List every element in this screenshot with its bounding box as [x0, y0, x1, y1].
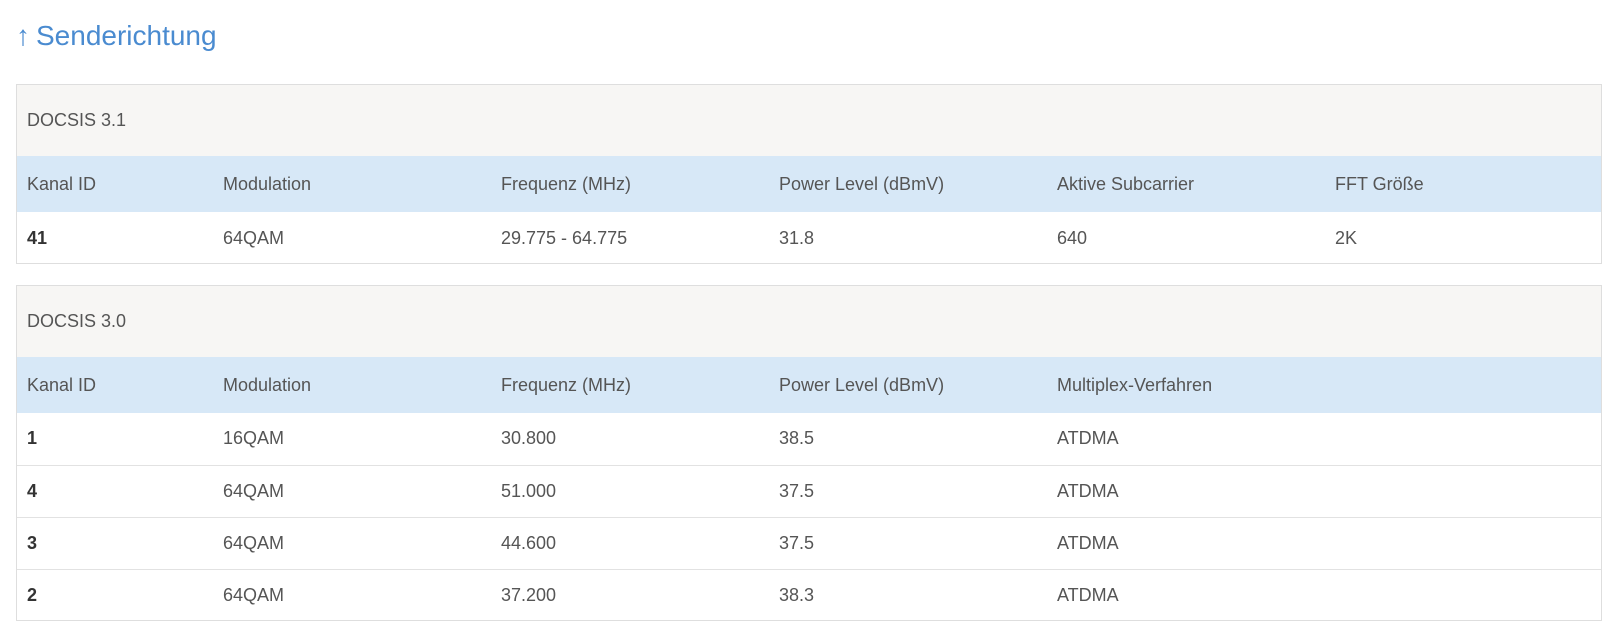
column-header-kanal-id: Kanal ID — [27, 173, 97, 194]
cell-power-level: 37.5 — [779, 480, 815, 501]
column-header-multiplex-verfahren: Multiplex-Verfahren — [1057, 374, 1213, 395]
table-row: 2 64QAM 37.200 38.3 ATDMA — [17, 569, 1601, 621]
arrow-up-icon: ↑ — [16, 20, 30, 51]
cell-frequenz: 44.600 — [501, 532, 557, 553]
cell-kanal-id: 2 — [27, 584, 38, 605]
cell-power-level: 38.5 — [779, 428, 815, 449]
table-row: 1 16QAM 30.800 38.5 ATDMA — [17, 413, 1601, 465]
cell-modulation: 64QAM — [223, 227, 285, 248]
docsis-30-heading-text: DOCSIS 3.0 — [27, 311, 127, 331]
column-header-empty — [1325, 357, 1601, 413]
column-header-modulation: Modulation — [223, 173, 312, 194]
cell-modulation: 64QAM — [223, 480, 285, 501]
docsis-31-heading-text: DOCSIS 3.1 — [27, 110, 127, 130]
docsis-31-table: Kanal ID Modulation Frequenz (MHz) Power… — [17, 156, 1601, 264]
cell-modulation: 16QAM — [223, 428, 285, 449]
column-header-kanal-id: Kanal ID — [27, 374, 97, 395]
column-header-power-level: Power Level (dBmV) — [779, 173, 945, 194]
cell-kanal-id: 1 — [27, 428, 38, 449]
cell-multiplex-verfahren: ATDMA — [1057, 532, 1119, 553]
cell-power-level: 31.8 — [779, 227, 815, 248]
cell-multiplex-verfahren: ATDMA — [1057, 428, 1119, 449]
column-header-aktive-subcarrier: Aktive Subcarrier — [1057, 173, 1195, 194]
docsis-31-header-row: Kanal ID Modulation Frequenz (MHz) Power… — [17, 156, 1601, 212]
cell-kanal-id: 3 — [27, 532, 38, 553]
table-row: 41 64QAM 29.775 - 64.775 31.8 640 2K — [17, 212, 1601, 264]
cell-frequenz: 37.200 — [501, 584, 557, 605]
cell-empty — [1325, 413, 1601, 465]
docsis-31-panel: DOCSIS 3.1 Kanal ID Modulation Frequenz … — [16, 84, 1602, 264]
cell-frequenz: 30.800 — [501, 428, 557, 449]
docsis-30-heading: DOCSIS 3.0 — [17, 286, 1601, 357]
cell-power-level: 38.3 — [779, 584, 815, 605]
table-row: 3 64QAM 44.600 37.5 ATDMA — [17, 517, 1601, 569]
cell-frequenz: 29.775 - 64.775 — [501, 227, 628, 248]
column-header-power-level: Power Level (dBmV) — [779, 374, 945, 395]
cell-empty — [1325, 569, 1601, 621]
cell-aktive-subcarrier: 640 — [1057, 227, 1088, 248]
docsis-30-table: Kanal ID Modulation Frequenz (MHz) Power… — [17, 357, 1601, 621]
column-header-fft-groesse: FFT Größe — [1335, 173, 1424, 194]
cell-multiplex-verfahren: ATDMA — [1057, 480, 1119, 501]
table-row: 4 64QAM 51.000 37.5 ATDMA — [17, 465, 1601, 517]
cell-kanal-id: 41 — [27, 227, 48, 248]
cell-fft-groesse: 2K — [1335, 227, 1358, 248]
page-title-text: Senderichtung — [36, 20, 217, 51]
column-header-modulation: Modulation — [223, 374, 312, 395]
cell-empty — [1325, 517, 1601, 569]
docsis-30-panel: DOCSIS 3.0 Kanal ID Modulation Frequenz … — [16, 285, 1602, 621]
cell-multiplex-verfahren: ATDMA — [1057, 584, 1119, 605]
docsis-30-header-row: Kanal ID Modulation Frequenz (MHz) Power… — [17, 357, 1601, 413]
cell-modulation: 64QAM — [223, 584, 285, 605]
column-header-frequenz: Frequenz (MHz) — [501, 374, 632, 395]
cell-kanal-id: 4 — [27, 480, 38, 501]
cell-empty — [1325, 465, 1601, 517]
cell-modulation: 64QAM — [223, 532, 285, 553]
cell-power-level: 37.5 — [779, 532, 815, 553]
column-header-frequenz: Frequenz (MHz) — [501, 173, 632, 194]
cell-frequenz: 51.000 — [501, 480, 557, 501]
page-title: ↑ Senderichtung — [16, 18, 217, 54]
docsis-31-heading: DOCSIS 3.1 — [17, 85, 1601, 156]
